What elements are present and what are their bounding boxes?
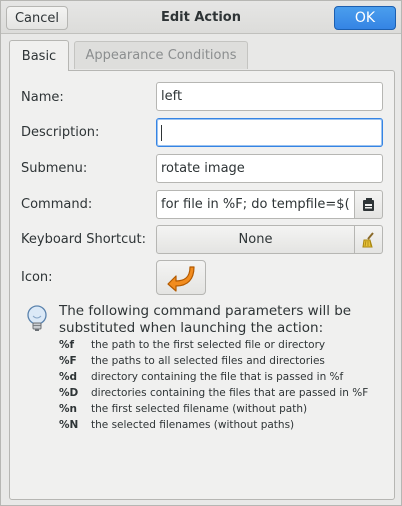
param-desc: the selected filenames (without paths) [91, 419, 295, 431]
text-cursor [161, 124, 162, 141]
param-key: %f [59, 339, 75, 351]
submenu-value: rotate image [161, 161, 245, 176]
param-desc: directory containing the file that is pa… [91, 371, 344, 383]
param-key: %d [59, 371, 78, 383]
description-label: Description: [21, 124, 100, 140]
shortcut-label: Keyboard Shortcut: [21, 231, 146, 247]
param-key: %D [59, 387, 79, 399]
param-row: %d directory containing the file that is… [59, 369, 343, 385]
ok-button[interactable]: OK [334, 6, 396, 30]
parameters-intro: The following command parameters will be… [59, 303, 352, 336]
command-file-button[interactable] [354, 190, 383, 219]
param-desc: directories containing the files that ar… [91, 387, 369, 399]
keyboard-shortcut-button[interactable]: None [156, 225, 355, 254]
document-icon [362, 197, 374, 211]
icon-label: Icon: [21, 269, 53, 285]
param-key: %n [59, 403, 77, 415]
description-field[interactable] [156, 118, 383, 147]
tab-basic[interactable]: Basic [9, 40, 69, 71]
param-row: %F the paths to all selected files and d… [59, 353, 325, 369]
name-field[interactable]: left [156, 82, 383, 111]
submenu-field[interactable]: rotate image [156, 154, 383, 183]
param-desc: the path to the first selected file or d… [91, 339, 326, 351]
param-row: %D directories containing the files that… [59, 385, 368, 401]
clear-shortcut-button[interactable] [354, 225, 383, 254]
param-key: %F [59, 355, 77, 367]
edit-action-dialog: Cancel Edit Action OK Basic Appearance C… [0, 0, 402, 506]
name-value: left [161, 89, 183, 104]
command-label: Command: [21, 196, 93, 212]
tab-appearance-conditions[interactable]: Appearance Conditions [74, 41, 248, 69]
param-row: %n the first selected filename (without … [59, 401, 307, 417]
param-row: %N the selected filenames (without paths… [59, 417, 294, 433]
param-row: %f the path to the first selected file o… [59, 337, 325, 353]
command-field[interactable]: for file in %F; do tempfile=$( [156, 190, 355, 219]
curved-arrow-left-icon [167, 265, 195, 292]
icon-chooser-button[interactable] [156, 260, 206, 295]
param-desc: the paths to all selected files and dire… [91, 355, 325, 367]
broom-icon [361, 231, 374, 247]
param-desc: the first selected filename (without pat… [91, 403, 308, 415]
param-key: %N [59, 419, 79, 431]
lightbulb-icon [27, 305, 47, 331]
command-value: for file in %F; do tempfile=$( [161, 197, 350, 212]
name-label: Name: [21, 89, 64, 105]
cancel-button[interactable]: Cancel [6, 6, 68, 30]
submenu-label: Submenu: [21, 160, 88, 176]
